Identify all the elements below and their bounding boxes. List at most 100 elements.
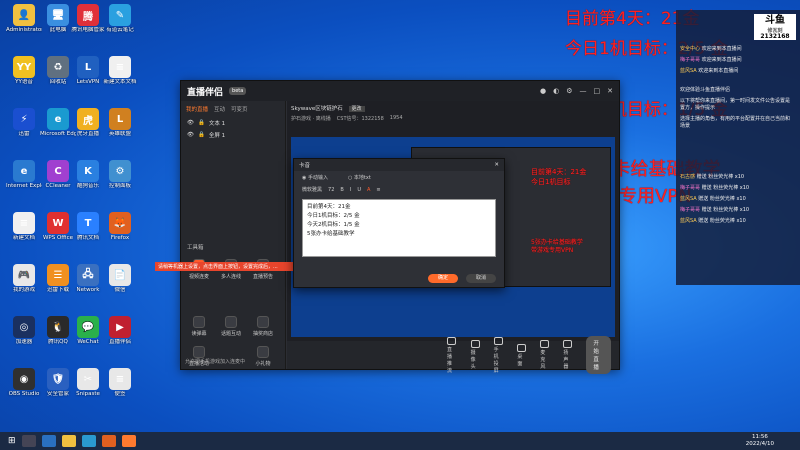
tab-interact[interactable]: 互动 [214,105,225,113]
desktop-icon[interactable]: 🎮 我的游戏 [6,264,42,294]
title-bar[interactable]: 直播伴侣 beta ● ◐ ⚙ — □ ✕ [181,81,619,101]
app-icon: W [47,212,69,234]
italic-button[interactable]: I [350,187,351,193]
edit-title-button[interactable]: 更改 [348,106,365,112]
start-live-button[interactable]: 开始直播 [586,336,611,374]
desktop-icon[interactable]: ⚙ 控制面板 [102,160,138,190]
tool-topic[interactable]: 话题互动 [217,316,245,337]
start-icon[interactable]: ⊞ [8,436,16,446]
source-item[interactable]: 👁 🔒 文本 1 [181,117,285,129]
app-icon: 📄 [109,264,131,286]
desktop-icon[interactable]: 💬 WeChat [70,316,106,346]
control-button[interactable]: 麦克风 [540,340,550,370]
chat-username[interactable]: 安全中心 [680,46,700,52]
tool-gift[interactable]: 小礼物 [249,346,277,367]
source-item[interactable]: 👁 🔒 全屏 1 [181,129,285,141]
size-select[interactable]: 72 [328,187,334,193]
desktop-icon[interactable]: 🦊 Firefox [102,212,138,242]
radio-manual[interactable]: ◉ 手动输入 [302,174,328,181]
chat-message: 石古感 赠送 粉丝荧光棒 x10 [676,172,796,183]
underline-button[interactable]: U [357,187,361,193]
edge-icon[interactable] [81,435,96,447]
control-button[interactable]: 扬声器 [563,340,573,370]
app-icon: 虎 [77,108,99,130]
desktop-icon[interactable]: ≡ 新建文本文档 [102,56,138,86]
desktop-icon-label: 控制面板 [108,183,131,189]
live-companion-taskbar-icon[interactable] [121,435,136,447]
chat-message: 蓝风SA 赠送 粉丝荧光棒 x10 [676,216,796,227]
tool-lottery[interactable]: 抽奖商店 [249,316,277,337]
desktop-icon[interactable]: K 酷狗音乐 [70,160,106,190]
bold-button[interactable]: B [340,187,343,193]
clock[interactable]: 11:56 2022/4/10 [746,434,774,448]
lock-icon[interactable]: 🔒 [198,132,205,138]
desktop-icon-label: Snipaste [76,391,100,397]
desktop-icon[interactable]: YY YY语音 [6,56,42,86]
desktop-icon[interactable]: 👤 Administrator [6,4,42,34]
desktop-icon[interactable]: ◉ OBS Studio [6,368,42,398]
eye-icon[interactable]: 👁 [187,132,194,138]
desktop-icon-label: 直播伴侣 [108,339,131,345]
chat-text: 欢迎来到本直播间 [701,57,742,63]
control-button[interactable]: 摄像头 [470,340,480,370]
control-button[interactable]: 桌面 [517,343,527,367]
confirm-button[interactable]: 确定 [428,274,458,283]
chat-text: 欢迎来到本直播间 [701,46,742,52]
color-button[interactable]: A [367,187,370,193]
taskview-icon[interactable] [41,435,56,447]
desktop-icon[interactable]: ≡ 新建文档 [6,212,42,242]
left-panel: 我的直播 互动 可变页 👁 🔒 文本 1 👁 🔒 全屏 1 工具箱 视频连麦 多人连线 … [181,101,286,369]
skin-icon[interactable]: ◐ [553,87,559,95]
desktop-icon[interactable]: ≡ 便签 [102,368,138,398]
chat-username[interactable]: 梅子哥哥 [680,185,700,191]
app-icon[interactable] [101,435,116,447]
text-input[interactable]: 目前第4天：21金 今日1机目标：2/5 金 今天2机目标：1/5 金 5张办卡… [302,199,496,257]
desktop-icon[interactable]: ⚡ 迅雷 [6,108,42,138]
control-button[interactable]: 手机投屏 [494,336,504,374]
align-button[interactable]: ≡ [376,187,380,193]
tab-my-live[interactable]: 我的直播 [186,105,208,113]
control-button[interactable]: 直播推流 [447,336,457,374]
desktop-icon[interactable]: 虎虎牙直播 [70,108,106,138]
desktop-icon[interactable]: eInternet Explorer [6,160,42,190]
search-icon[interactable] [21,435,36,447]
app-icon: T [77,212,99,234]
explorer-icon[interactable] [61,435,76,447]
desktop-icon[interactable]: L 英雄联盟 [102,108,138,138]
desktop-icon[interactable]: 腾腾讯电脑管家 [70,4,106,34]
desktop-icon[interactable]: T 腾讯文档 [70,212,106,242]
app-icon: ◎ [13,316,35,338]
chat-username[interactable]: 梅子哥哥 [680,207,700,213]
maximize-icon[interactable]: □ [594,87,601,95]
avatar[interactable]: ● [540,87,546,95]
chat-username[interactable]: 石古感 [680,174,695,180]
desktop-icon[interactable]: ✎ 有道云笔记 [102,4,138,34]
desktop-icon[interactable]: ✂ Snipaste [70,368,106,398]
desktop-icon-label: Internet Explorer [6,183,42,189]
desktop-icon[interactable]: L LetsVPN [70,56,106,86]
lock-icon[interactable]: 🔒 [198,120,205,126]
desktop-icon-label: 新建文档 [12,235,35,241]
tab-variable[interactable]: 可变页 [231,105,248,113]
chat-username[interactable]: 蓝风SA [680,218,697,224]
chat-username[interactable]: 蓝风SA [680,68,697,74]
settings-icon[interactable]: ⚙ [566,87,572,95]
desktop-icon[interactable]: 📄 微信 [102,264,138,294]
eye-icon[interactable]: 👁 [187,120,194,126]
minimize-icon[interactable]: — [580,87,587,95]
chat-text: 赠送 粉丝荧光棒 x10 [696,174,745,180]
desktop-icon-label: 虎牙直播 [76,131,99,137]
cancel-button[interactable]: 取消 [466,274,496,283]
desktop-icon[interactable]: ▶ 直播伴侣 [102,316,138,346]
radio-file[interactable]: ○ 本地txt [348,174,371,181]
desktop-icon[interactable]: 🖧 Network [70,264,106,294]
desktop-icon[interactable]: ◎ 加速器 [6,316,42,346]
chat-username[interactable]: 蓝风SA [680,196,697,202]
desktop-icon-label: Firefox [110,235,130,241]
dialog-close-icon[interactable]: ✕ [494,162,499,168]
chat-username[interactable]: 梅子哥哥 [680,57,700,63]
close-icon[interactable]: ✕ [607,87,613,95]
dialog-title: 卡音 [299,163,311,169]
tool-danmaku[interactable]: 读弹幕 [185,316,213,337]
font-select[interactable]: 微软雅黑 [302,186,322,193]
